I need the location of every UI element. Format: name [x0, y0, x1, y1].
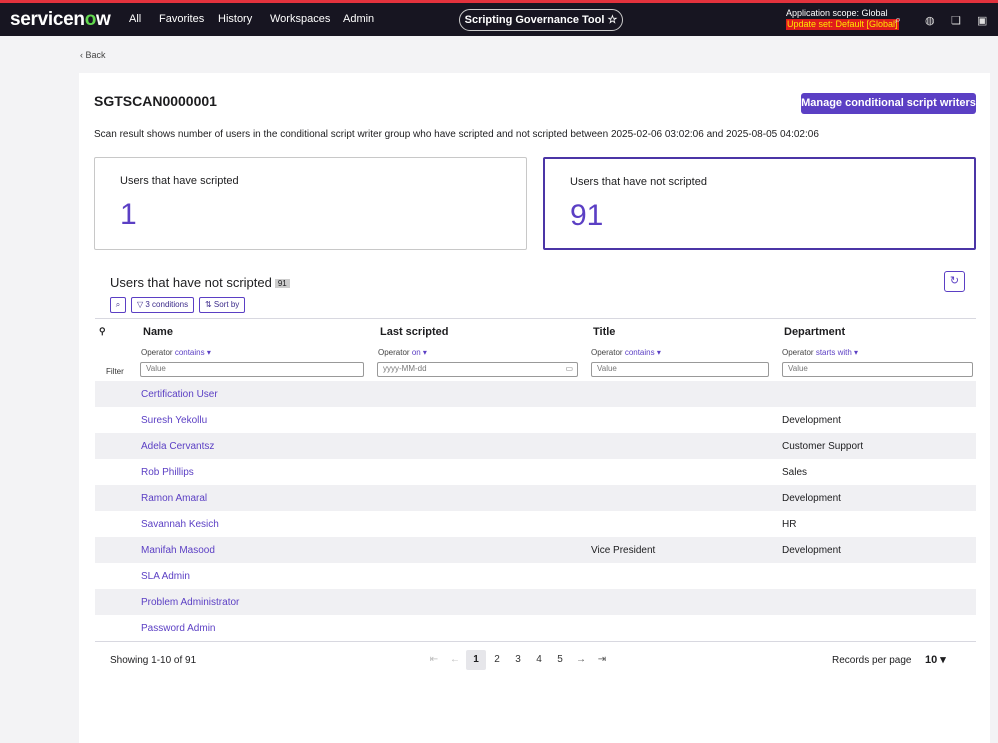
globe-icon[interactable]: ◍ [925, 14, 935, 27]
department-cell: Development [782, 415, 841, 426]
page-4-button[interactable]: 4 [529, 650, 549, 670]
scope-info[interactable]: Application scope: Global Update set: Def… [786, 8, 899, 30]
user-name-link[interactable]: Rob Phillips [141, 467, 194, 478]
user-name-link[interactable]: Problem Administrator [141, 597, 239, 608]
search-icon[interactable]: ⌕ [895, 14, 901, 27]
chat-icon[interactable]: ❏ [951, 14, 961, 27]
nav-all[interactable]: All [129, 13, 141, 25]
servicenow-logo[interactable]: servicenow [10, 9, 111, 31]
user-name-link[interactable]: Adela Cervantsz [141, 441, 214, 452]
department-filter-input[interactable]: Value [782, 362, 973, 377]
user-name-link[interactable]: Certification User [141, 389, 218, 400]
filter-label: Filter [106, 367, 124, 376]
user-name-link[interactable]: Manifah Masood [141, 545, 215, 556]
department-cell: Development [782, 493, 841, 504]
nav-admin[interactable]: Admin [343, 13, 374, 25]
stat-scripted[interactable]: Users that have scripted 1 [94, 157, 527, 250]
scan-card: SGTSCAN0000001 Manage conditional script… [79, 73, 990, 743]
operator-dropdown[interactable]: on ▾ [412, 348, 427, 357]
manage-script-writers-button[interactable]: Manage conditional script writers [801, 93, 976, 114]
calendar-icon[interactable]: ▭ [565, 364, 573, 373]
nav-favorites[interactable]: Favorites [159, 13, 204, 25]
nav-history[interactable]: History [218, 13, 252, 25]
operator-dropdown[interactable]: contains ▾ [175, 348, 211, 357]
table-row: Password Admin [95, 615, 976, 641]
scan-description: Scan result shows number of users in the… [94, 129, 819, 140]
user-name-link[interactable]: Ramon Amaral [141, 493, 207, 504]
table-row: Certification User [95, 381, 976, 407]
operator-department: Operator starts with ▾ [782, 348, 859, 357]
list-title: Users that have not scripted 91 [110, 275, 290, 290]
sort-button[interactable]: ⇅ Sort by [199, 297, 246, 313]
page-5-button[interactable]: 5 [550, 650, 570, 670]
header-title[interactable]: Title [593, 326, 615, 338]
prev-page-icon: ← [450, 654, 460, 665]
count-badge: 91 [274, 279, 290, 289]
department-cell: Development [782, 545, 841, 556]
page-3-button[interactable]: 3 [508, 650, 528, 670]
showing-count: Showing 1-10 of 91 [110, 655, 197, 666]
last-scripted-filter-input[interactable]: yyyy-MM-dd ▭ [377, 362, 578, 377]
nav-workspaces[interactable]: Workspaces [270, 13, 330, 25]
search-button[interactable]: ⌕ [110, 297, 126, 313]
next-page-icon[interactable]: → [571, 650, 591, 670]
users-table: ⚲ Name Last scripted Title Department Op… [95, 318, 976, 634]
title-filter-input[interactable]: Value [591, 362, 769, 377]
operator-dropdown[interactable]: starts with ▾ [816, 348, 858, 357]
help-icon[interactable]: ▣ [977, 14, 987, 27]
column-settings-icon[interactable]: ⚲ [99, 326, 106, 337]
user-name-link[interactable]: Password Admin [141, 623, 215, 634]
table-row: Manifah Masood Vice President Development [95, 537, 976, 563]
stat-not-scripted[interactable]: Users that have not scripted 91 [543, 157, 976, 250]
table-row: Ramon Amaral Development [95, 485, 976, 511]
records-per-page-label: Records per page [832, 655, 912, 666]
page-2-button[interactable]: 2 [487, 650, 507, 670]
page-1-button[interactable]: 1 [466, 650, 486, 670]
department-cell: Customer Support [782, 441, 864, 452]
user-name-link[interactable]: Savannah Kesich [141, 519, 219, 530]
user-name-link[interactable]: SLA Admin [141, 571, 190, 582]
table-row: Problem Administrator [95, 589, 976, 615]
table-row: SLA Admin [95, 563, 976, 589]
refresh-button[interactable]: ↻ [944, 271, 965, 292]
first-page-icon: ⇤ [429, 654, 439, 665]
title-cell: Vice President [591, 545, 656, 556]
conditions-button[interactable]: ▽ 3 conditions [131, 297, 195, 313]
table-row: Suresh Yekollu Development [95, 407, 976, 433]
operator-last-scripted: Operator on ▾ [378, 348, 427, 357]
update-set-badge: Update set: Default [Global] [786, 19, 899, 30]
table-row: Rob Phillips Sales [95, 459, 976, 485]
top-navbar: servicenow All Favorites History Workspa… [0, 0, 998, 36]
app-title-pill[interactable]: Scripting Governance Tool ☆ [459, 9, 623, 31]
department-cell: Sales [782, 467, 808, 478]
star-icon[interactable]: ☆ [607, 14, 617, 26]
table-row: Adela Cervantsz Customer Support [95, 433, 976, 459]
operator-title: Operator contains ▾ [591, 348, 661, 357]
divider [95, 641, 976, 642]
header-last-scripted[interactable]: Last scripted [380, 326, 448, 338]
page-title: SGTSCAN0000001 [94, 93, 217, 109]
header-name[interactable]: Name [143, 326, 173, 338]
header-department[interactable]: Department [784, 326, 845, 338]
user-name-link[interactable]: Suresh Yekollu [141, 415, 207, 426]
last-page-icon[interactable]: ⇥ [592, 650, 612, 670]
name-filter-input[interactable]: Value [140, 362, 364, 377]
back-link[interactable]: ‹ Back [80, 50, 106, 60]
operator-dropdown[interactable]: contains ▾ [625, 348, 661, 357]
operator-name: Operator contains ▾ [141, 348, 211, 357]
records-per-page-select[interactable]: 10 ▾ [925, 653, 946, 666]
department-cell: HR [782, 519, 797, 530]
divider [95, 318, 976, 319]
table-row: Savannah Kesich HR [95, 511, 976, 537]
